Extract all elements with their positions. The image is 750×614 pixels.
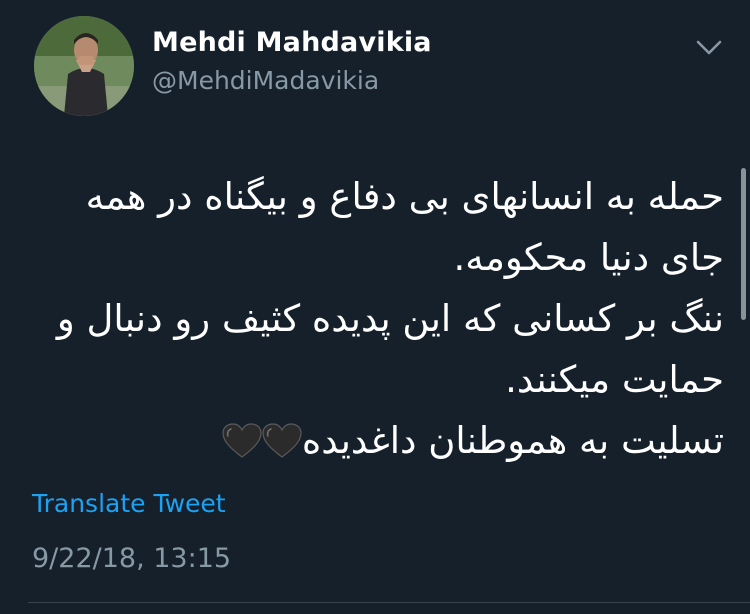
tweet-text-line: حمله به انسانهای بی دفاع و بیگناه در همه: [85, 175, 724, 218]
translate-tweet-link[interactable]: Translate Tweet: [32, 489, 226, 518]
tweet-text-line: ننگ بر کسانی که این پدیده کثیف رو دنبال …: [56, 297, 724, 340]
scrollbar[interactable]: [741, 168, 746, 320]
divider: [28, 602, 750, 603]
tweet-text-line: جای دنیا محکومه.: [453, 236, 724, 279]
tweet-text-line: حمایت میکنند.: [505, 358, 724, 401]
black-heart-icon: [262, 423, 302, 459]
tweet-card: Mehdi Mahdavikia @MehdiMadavikia حمله به…: [0, 0, 750, 614]
chevron-down-icon[interactable]: [692, 32, 726, 62]
tweet-text: حمله به انسانهای بی دفاع و بیگناه در همه…: [24, 166, 724, 471]
tweet-text-condolence: تسلیت به هموطنان داغدیده: [301, 419, 724, 462]
tweet-text-line-last: تسلیت به هموطنان داغدیده: [24, 410, 724, 471]
display-name[interactable]: Mehdi Mahdavikia: [152, 27, 432, 58]
avatar[interactable]: [34, 16, 134, 116]
black-heart-icon: [222, 423, 262, 459]
user-handle[interactable]: @MehdiMadavikia: [152, 66, 379, 95]
tweet-timestamp[interactable]: 9/22/18, 13:15: [32, 543, 231, 574]
